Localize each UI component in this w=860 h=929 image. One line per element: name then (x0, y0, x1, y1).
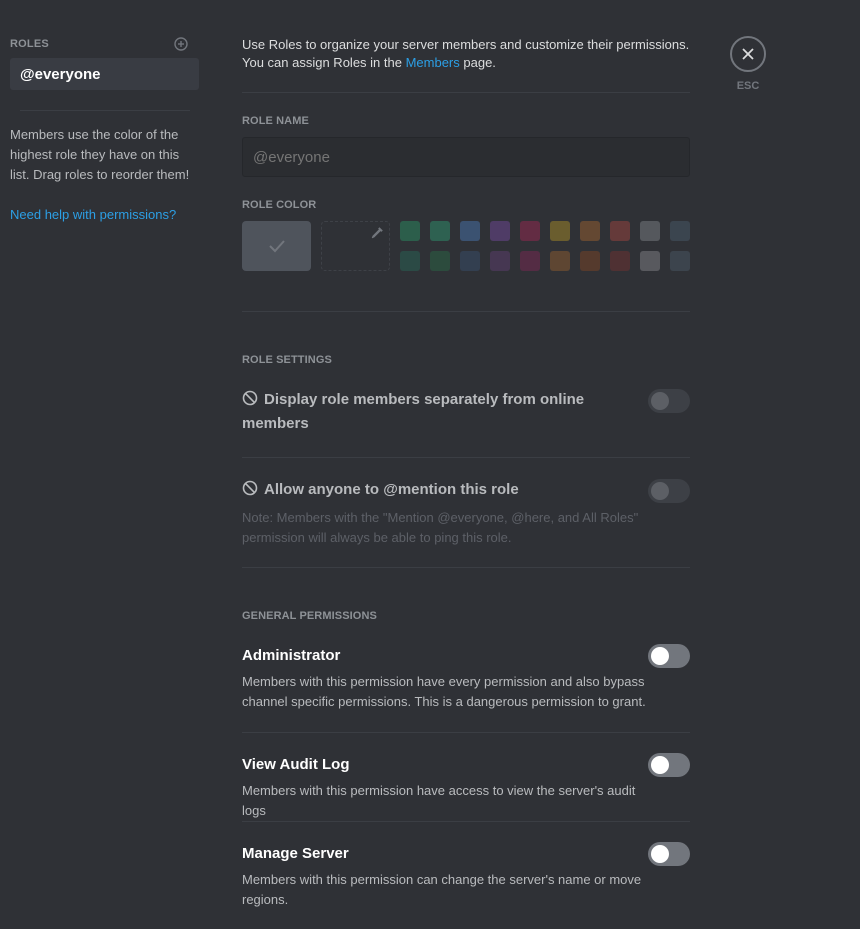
administrator-title: Administrator (242, 647, 341, 664)
display-separately-toggle[interactable] (648, 389, 690, 413)
deny-icon (242, 480, 258, 496)
eyedropper-icon (371, 227, 383, 239)
roles-header: ROLES (10, 37, 188, 51)
intro-divider (242, 92, 690, 93)
deny-icon (242, 390, 258, 406)
add-role-icon[interactable] (174, 37, 188, 51)
close-icon (742, 48, 754, 60)
view-audit-log-description: Members with this permission have access… (242, 783, 636, 818)
sidebar-divider (20, 110, 190, 111)
role-item-label: @everyone (20, 65, 101, 83)
color-swatches (400, 221, 690, 271)
toggle-knob (651, 482, 669, 500)
administrator-toggle[interactable] (648, 644, 690, 668)
role-name-label: ROLE NAME (242, 115, 309, 127)
allow-mention-note: Note: Members with the "Mention @everyon… (242, 510, 639, 545)
color-swatch[interactable] (580, 251, 600, 271)
custom-color-button[interactable] (321, 221, 390, 271)
color-swatch[interactable] (400, 251, 420, 271)
view-audit-log-toggle[interactable] (648, 753, 690, 777)
color-swatch[interactable] (400, 221, 420, 241)
permission-divider (242, 732, 690, 733)
color-swatch[interactable] (670, 251, 690, 271)
color-swatch[interactable] (430, 251, 450, 271)
general-permissions-label: GENERAL PERMISSIONS (242, 610, 377, 622)
intro-text-after: page. (459, 55, 496, 70)
members-link[interactable]: Members (406, 55, 460, 70)
color-swatch[interactable] (610, 221, 630, 241)
role-settings-label: ROLE SETTINGS (242, 354, 332, 366)
display-separately-setting: Display role members separately from onl… (242, 388, 622, 436)
color-swatch[interactable] (580, 221, 600, 241)
close-button[interactable] (730, 36, 766, 72)
color-swatch[interactable] (520, 221, 540, 241)
role-settings-page: ROLES @everyone Members use the color of… (0, 0, 860, 929)
intro-text: Use Roles to organize your server member… (242, 36, 712, 72)
sidebar-help-text: Members use the color of the highest rol… (10, 127, 190, 182)
toggle-knob (651, 756, 669, 774)
color-divider (242, 311, 690, 312)
roles-label: ROLES (10, 38, 49, 50)
manage-server-title: Manage Server (242, 845, 349, 862)
color-swatch[interactable] (610, 251, 630, 271)
setting-divider (242, 457, 690, 458)
display-separately-title: Display role members separately from onl… (242, 391, 585, 432)
color-swatch[interactable] (490, 251, 510, 271)
color-swatch[interactable] (430, 221, 450, 241)
esc-label: ESC (736, 80, 760, 92)
manage-server-toggle[interactable] (648, 842, 690, 866)
permission-divider (242, 821, 690, 822)
allow-mention-title-before: Allow anyone to (264, 481, 384, 498)
permissions-help-link[interactable]: Need help with permissions? (10, 205, 176, 225)
settings-divider (242, 567, 690, 568)
role-item-everyone[interactable]: @everyone (10, 58, 199, 90)
toggle-knob (651, 845, 669, 863)
checkmark-icon (268, 240, 285, 253)
default-color-button[interactable] (242, 221, 311, 271)
color-swatch[interactable] (460, 251, 480, 271)
allow-mention-setting: Allow anyone to @mention this role (242, 478, 622, 502)
manage-server-description: Members with this permission can change … (242, 872, 642, 907)
role-color-label: ROLE COLOR (242, 199, 317, 211)
administrator-description: Members with this permission have every … (242, 674, 646, 709)
color-swatch[interactable] (550, 221, 570, 241)
toggle-knob (651, 392, 669, 410)
color-swatch[interactable] (640, 251, 660, 271)
color-swatch[interactable] (640, 221, 660, 241)
color-swatch[interactable] (520, 251, 540, 271)
allow-mention-title-bold: @mention (383, 481, 457, 498)
view-audit-log-title: View Audit Log (242, 756, 350, 773)
color-swatch[interactable] (670, 221, 690, 241)
color-swatch[interactable] (550, 251, 570, 271)
role-name-input[interactable] (242, 137, 690, 177)
color-swatch[interactable] (490, 221, 510, 241)
allow-mention-toggle[interactable] (648, 479, 690, 503)
color-swatch[interactable] (460, 221, 480, 241)
toggle-knob (651, 647, 669, 665)
allow-mention-title-after: this role (456, 481, 519, 498)
